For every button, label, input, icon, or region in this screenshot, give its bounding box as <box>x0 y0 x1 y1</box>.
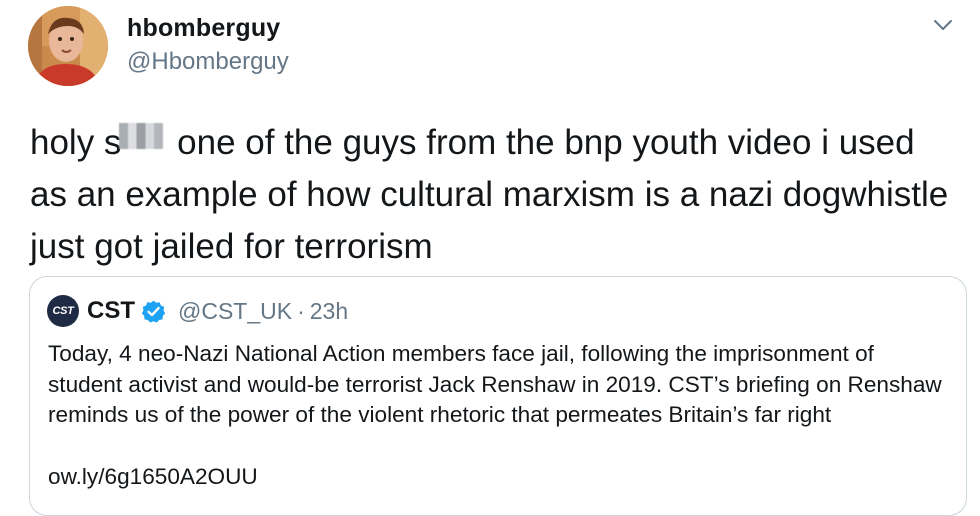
quoted-tweet-text: Today, 4 neo-Nazi National Action member… <box>48 341 942 427</box>
tweet-card[interactable]: hbomberguy @Hbomberguy holy s one of the… <box>0 0 980 516</box>
quoted-handle[interactable]: @CST_UK <box>178 298 292 325</box>
quoted-tweet[interactable]: CST CST @CST_UK · 23h Today, 4 neo-Nazi … <box>29 276 967 516</box>
cst-logo-avatar[interactable]: CST <box>47 295 79 327</box>
quoted-timestamp[interactable]: 23h <box>310 298 348 325</box>
verified-badge-icon <box>141 300 166 323</box>
censor-blur <box>119 123 164 149</box>
user-avatar[interactable] <box>28 6 108 86</box>
quoted-tweet-header: CST CST @CST_UK · 23h <box>47 295 348 327</box>
user-handle[interactable]: @Hbomberguy <box>127 48 289 76</box>
quoted-display-name[interactable]: CST <box>87 297 135 325</box>
display-name[interactable]: hbomberguy <box>127 14 280 43</box>
chevron-down-icon[interactable] <box>930 12 956 38</box>
tweet-text-start: holy s <box>30 123 122 162</box>
tweet-text-rest: one of the guys from the bnp youth video… <box>30 123 958 266</box>
quoted-tweet-link[interactable]: ow.ly/6g1650A2OUU <box>48 462 258 492</box>
avatar-image <box>28 6 108 86</box>
separator-dot: · <box>297 297 305 324</box>
tweet-text: holy s one of the guys from the bnp yout… <box>30 117 950 273</box>
